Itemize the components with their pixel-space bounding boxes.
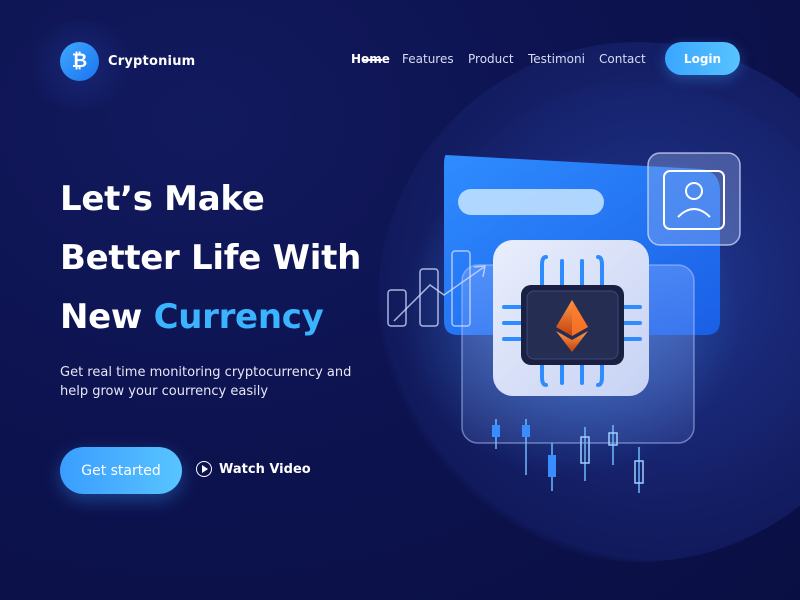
get-started-button[interactable]: Get started (60, 447, 182, 494)
watch-video-label[interactable]: Watch Video (219, 462, 311, 477)
nav-item-product[interactable]: Product (468, 52, 514, 66)
nav-item-home[interactable]: Home (351, 52, 390, 66)
landing-page: ₿ Cryptonium Home Features Product Testi… (0, 0, 800, 600)
hero-title-line-3: New Currency (60, 297, 324, 337)
bitcoin-logo-icon[interactable]: ₿ (60, 42, 99, 81)
crypto-illustration (387, 152, 741, 493)
hero-title-plain: New (60, 297, 154, 337)
brand-name[interactable]: Cryptonium (108, 54, 195, 69)
hero-title-accent: Currency (153, 297, 324, 337)
nav-item-features[interactable]: Features (402, 52, 454, 66)
login-button[interactable]: Login (665, 42, 740, 75)
hero-subtitle-line-2: help grow your courrency easily (60, 384, 269, 399)
search-bar-shape (458, 189, 604, 215)
play-icon[interactable] (196, 461, 212, 477)
nav-item-contact[interactable]: Contact (599, 52, 646, 66)
hero-title-line-1: Let’s Make (60, 179, 265, 219)
hero-title-line-2: Better Life With (60, 238, 361, 278)
nav-item-testimoni[interactable]: Testimoni (528, 52, 585, 66)
hero-subtitle-line-1: Get real time monitoring cryptocurrency … (60, 365, 352, 380)
watch-video-link[interactable]: Watch Video (196, 461, 311, 477)
